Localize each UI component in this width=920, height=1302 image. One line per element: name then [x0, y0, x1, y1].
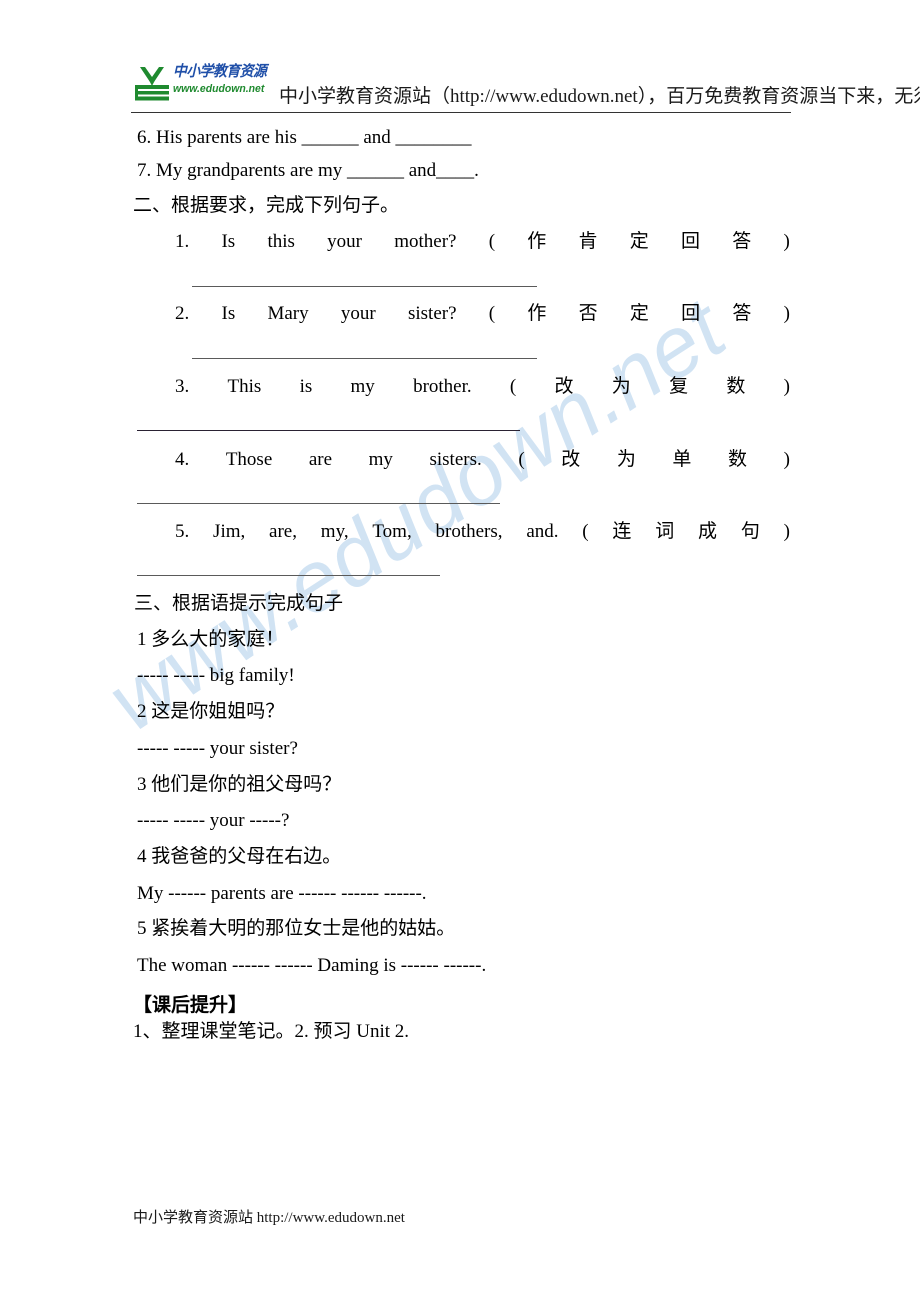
- instruction-char: 复: [669, 376, 689, 397]
- instruction-char: 答: [732, 231, 752, 252]
- instruction-char: 定: [629, 231, 649, 252]
- item-word: my: [350, 376, 375, 397]
- item-word: sister?: [407, 303, 457, 324]
- section-three-prompt-5: 5 紧挨着大明的那位女士是他的姑姑。: [137, 918, 456, 939]
- section-two-item-1: 1. Is this your mother? ( 作 肯 定 回 答 ): [175, 232, 790, 251]
- item-word: sisters.: [429, 449, 482, 470]
- answer-line-4[interactable]: [137, 503, 500, 504]
- section-four-heading: 【课后提升】: [133, 995, 248, 1016]
- item-word: brothers,: [435, 521, 503, 542]
- section-three-heading: 三、根据语提示完成句子: [134, 593, 344, 614]
- section-two-item-3: 3. This is my brother. ( 改 为 复 数 ): [175, 377, 790, 396]
- item-number: 5.: [175, 521, 190, 542]
- section-three-prompt-2: 2 这是你姐姐吗？: [137, 701, 285, 722]
- exercise-item-7: 7. My grandparents are my ______ and____…: [137, 160, 479, 181]
- item-word: Is: [221, 231, 236, 252]
- page-footer: 中小学教育资源站 http://www.edudown.net: [133, 1210, 405, 1226]
- paren-close: ): [783, 376, 790, 397]
- item-word: are: [308, 449, 333, 470]
- item-word: Those: [225, 449, 273, 470]
- section-three-prompt-3: 3 他们是你的祖父母吗？: [137, 774, 342, 795]
- instruction-char: 否: [578, 303, 598, 324]
- item-number: 2.: [175, 303, 190, 324]
- answer-line-2[interactable]: [192, 358, 537, 359]
- header-banner-text: 中小学教育资源站（http://www.edudown.net），百万免费教育资…: [279, 86, 920, 107]
- header-divider: [131, 112, 791, 113]
- section-two-item-4: 4. Those are my sisters. ( 改 为 单 数 ): [175, 450, 790, 469]
- sprout-books-logo-icon: [135, 67, 169, 101]
- instruction-char: 定: [629, 303, 649, 324]
- answer-line-1[interactable]: [192, 286, 537, 287]
- item-number: 3.: [175, 376, 190, 397]
- paren-open: (: [488, 231, 496, 252]
- logo-chinese-text: 中小学教育资源: [173, 64, 267, 80]
- item-word: Is: [221, 303, 236, 324]
- item-word: and.: [526, 521, 559, 542]
- instruction-char: 词: [655, 521, 675, 542]
- instruction-char: 单: [672, 449, 692, 470]
- logo-wordmark: 中小学教育资源 www.edudown.net: [173, 60, 267, 104]
- instruction-char: 为: [616, 449, 636, 470]
- instruction-char: 作: [527, 231, 547, 252]
- exercise-item-6: 6. His parents are his ______ and ______…: [137, 127, 472, 148]
- item-word: Tom,: [372, 521, 412, 542]
- item-number: 4.: [175, 449, 190, 470]
- instruction-char: 肯: [578, 231, 598, 252]
- instruction-char: 改: [561, 449, 581, 470]
- section-four-body: 1、整理课堂笔记。2. 预习 Unit 2.: [133, 1021, 410, 1042]
- item-word: brother.: [413, 376, 472, 397]
- instruction-char: 为: [611, 376, 631, 397]
- item-word: my,: [320, 521, 349, 542]
- item-word: mother?: [394, 231, 457, 252]
- instruction-char: 回: [681, 231, 701, 252]
- item-word: This: [227, 376, 262, 397]
- section-two-item-5: 5. Jim, are, my, Tom, brothers, and. ( 连…: [175, 522, 790, 541]
- section-three-answer-5[interactable]: The woman ------ ------ Daming is ------…: [137, 956, 486, 975]
- item-word: my: [368, 449, 393, 470]
- section-three-answer-4[interactable]: My ------ parents are ------ ------ ----…: [137, 884, 427, 903]
- section-three-answer-3[interactable]: ----- ----- your -----?: [137, 811, 289, 830]
- item-word: this: [267, 231, 295, 252]
- item-number: 1.: [175, 231, 190, 252]
- worksheet-page: www.edudown.net 中小学教育资源 www.edudown.net …: [0, 0, 920, 1302]
- answer-line-5[interactable]: [137, 575, 440, 576]
- logo-url-text: www.edudown.net: [173, 83, 265, 95]
- paren-open: (: [518, 449, 525, 470]
- paren-close: ): [783, 449, 790, 470]
- section-three-answer-2[interactable]: ----- ----- your sister?: [137, 739, 298, 758]
- instruction-char: 回: [681, 303, 701, 324]
- section-two-heading: 二、根据要求，完成下列句子。: [133, 195, 400, 216]
- paren-open: (: [488, 303, 496, 324]
- paren-close: ): [783, 303, 790, 324]
- instruction-char: 作: [527, 303, 547, 324]
- section-three-prompt-1: 1 多么大的家庭！: [137, 629, 285, 650]
- section-three-answer-1[interactable]: ----- ----- big family!: [137, 666, 295, 685]
- item-word: your: [340, 303, 376, 324]
- item-word: Mary: [267, 303, 309, 324]
- instruction-char: 答: [732, 303, 752, 324]
- section-three-prompt-4: 4 我爸爸的父母在右边。: [137, 846, 342, 867]
- item-word: your: [327, 231, 362, 252]
- item-word: are,: [269, 521, 297, 542]
- section-two-item-2: 2. Is Mary your sister? ( 作 否 定 回 答 ): [175, 304, 790, 323]
- instruction-char: 成: [698, 521, 718, 542]
- paren-close: ): [783, 521, 790, 542]
- paren-open: (: [582, 521, 589, 542]
- instruction-char: 数: [728, 449, 748, 470]
- instruction-char: 数: [726, 376, 746, 397]
- item-word: Jim,: [213, 521, 246, 542]
- instruction-char: 改: [554, 376, 574, 397]
- instruction-char: 连: [612, 521, 632, 542]
- paren-open: (: [509, 376, 517, 397]
- site-logo: 中小学教育资源 www.edudown.net: [133, 60, 267, 105]
- item-word: is: [299, 376, 313, 397]
- instruction-char: 句: [740, 521, 760, 542]
- answer-line-3[interactable]: [137, 430, 520, 431]
- paren-close: ): [783, 231, 790, 252]
